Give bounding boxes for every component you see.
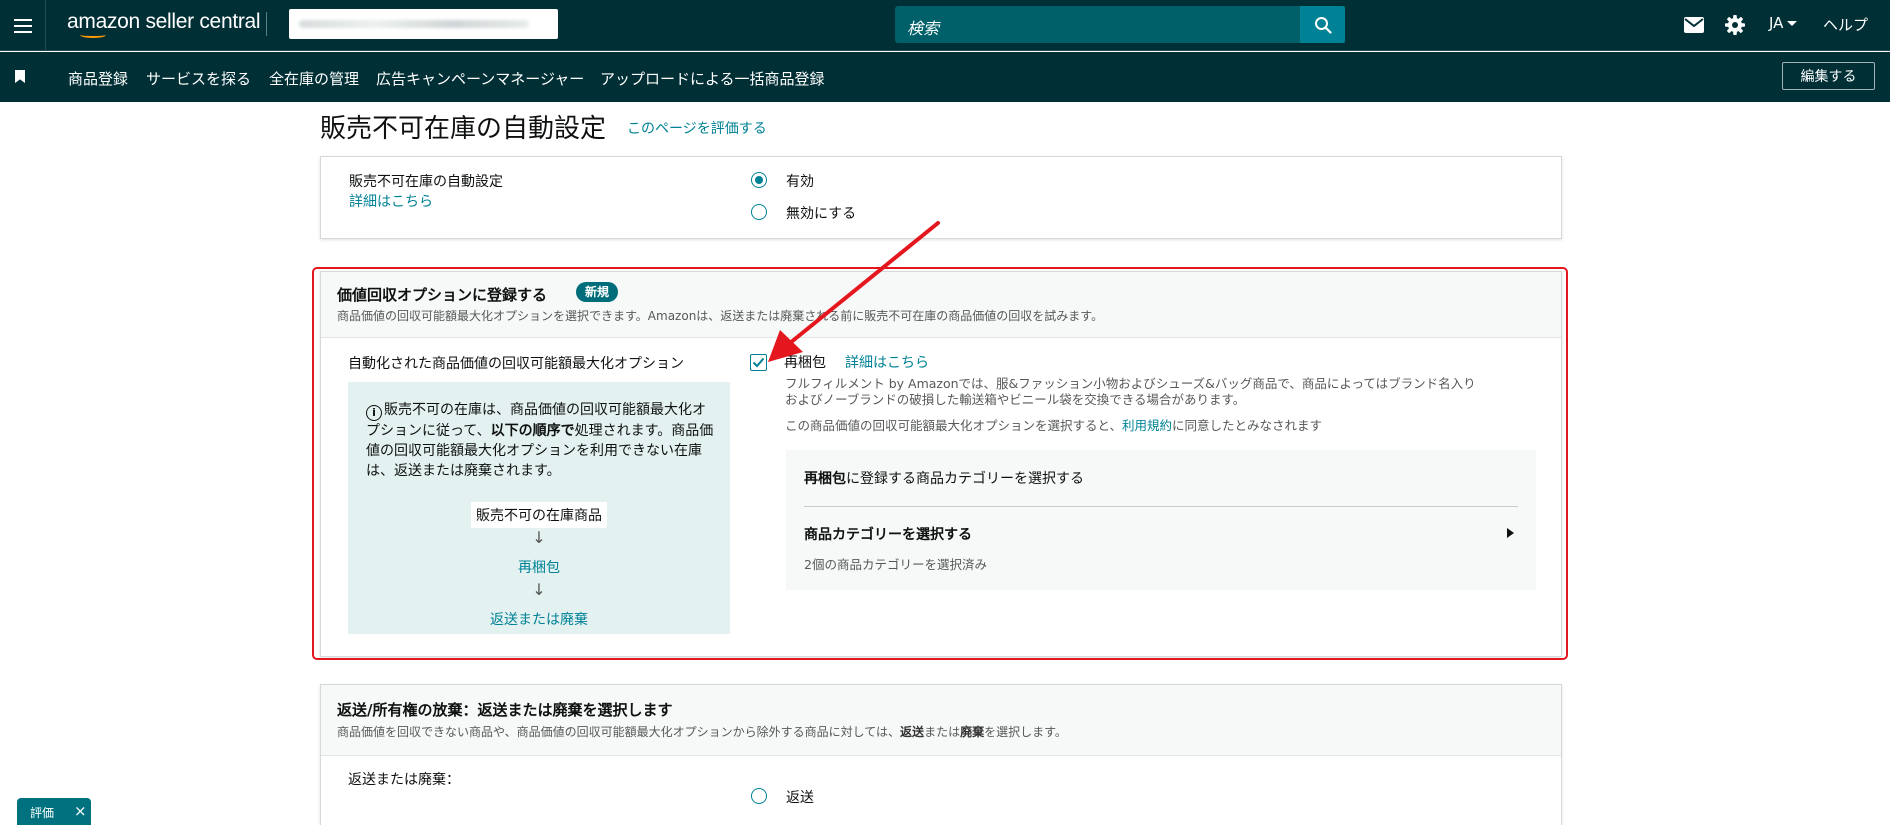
bookmark-icon[interactable] [15,70,25,83]
nav-bar: 商品登録 サービスを探る 全在庫の管理 広告キャンペーンマネージャー アップロー… [0,52,1890,102]
auto-setting-card: 販売不可在庫の自動設定 詳細はこちら 有効 無効にする [320,156,1562,239]
info-icon: i [366,405,382,421]
radio-enabled[interactable] [751,172,767,188]
repack-details-link[interactable]: 詳細はこちら [845,352,929,372]
divider [266,12,267,36]
divider [804,506,1518,507]
radio-disabled-label: 無効にする [786,206,857,222]
language-label: JA [1769,14,1784,32]
radio-enabled-label: 有効 [786,174,814,190]
value-recovery-header: 価値回収オプションに登録する 新規 商品価値の回収可能額最大化オプションを選択で… [321,272,1561,338]
auto-setting-label: 販売不可在庫の自動設定 [349,174,503,190]
nav-item-bulk-upload[interactable]: アップロードによる一括商品登録 [600,68,825,89]
search-button[interactable] [1300,6,1345,43]
return-dispose-title: 返送/所有権の放棄：返送または廃棄を選択します [337,701,673,719]
feedback-tab[interactable]: 評価 × [17,798,91,825]
value-recovery-title: 価値回収オプションに登録する [337,286,548,304]
terms-notice: この商品価値の回収可能額最大化オプションを選択すると、利用規約に同意したとみなさ… [785,415,1322,434]
edit-button[interactable]: 編集する [1782,62,1875,90]
category-panel: 再梱包に登録する商品カテゴリーを選択する 商品カテゴリーを選択する 2個の商品カ… [786,450,1536,590]
repack-description-line2: およびノーブランドの破損した輸送箱やビニール袋を交換できる場合があります。 [785,392,1246,407]
return-or-dispose-label: 返送または廃棄： [348,772,460,788]
return-dispose-card: 返送/所有権の放棄：返送または廃棄を選択します 商品価値を回収できない商品や、商… [320,684,1562,825]
auto-setting-details-link[interactable]: 詳細はこちら [349,191,433,211]
close-icon[interactable]: × [74,802,87,820]
nav-item-manage-inventory[interactable]: 全在庫の管理 [269,68,359,89]
checkmark-icon [752,357,765,368]
store-selector[interactable] [289,9,558,39]
radio-return[interactable] [751,788,767,804]
search-icon [1314,16,1332,34]
rate-page-link[interactable]: このページを評価する [627,118,767,138]
radio-disabled[interactable] [751,204,767,220]
radio-return-label: 返送 [786,790,814,806]
terms-notice-before: この商品価値の回収可能額最大化オプションを選択すると、 [785,418,1123,433]
return-desc-after: を選択します。 [984,725,1067,739]
category-heading-bold: 再梱包 [804,471,846,487]
return-desc-before: 商品価値を回収できない商品や、商品価値の回収可能額最大化オプションから除外する商… [337,725,901,739]
value-recovery-card: 価値回収オプションに登録する 新規 商品価値の回収可能額最大化オプションを選択で… [320,271,1562,657]
terms-notice-after: に同意したとみなされます [1172,418,1323,433]
flow-step-repack: 再梱包 [518,560,560,576]
info-text: i 販売不可の在庫は、商品価値の回収可能額最大化オプションに従って、以下の順序で処… [366,400,716,481]
amazon-smile-icon [80,32,106,38]
info-text-bold: 以下の順序で [490,423,575,439]
terms-link[interactable]: 利用規約 [1122,418,1172,433]
return-desc-bold2: 廃棄 [960,725,985,739]
nav-item-explore-services[interactable]: サービスを探る [146,68,251,89]
caret-down-icon [1787,21,1798,26]
nav-item-listing[interactable]: 商品登録 [68,68,128,89]
search-input[interactable]: 検索 [895,6,1345,43]
help-link[interactable]: ヘルプ [1823,14,1868,35]
top-bar: amazon seller central 検索 JA ヘルプ [0,0,1890,51]
arrow-down-icon: ↓ [532,580,546,599]
category-heading: 再梱包に登録する商品カテゴリーを選択する [804,468,1084,488]
page-title: 販売不可在庫の自動設定 [320,114,607,144]
selected-category-count: 2個の商品カテゴリーを選択済み [804,557,987,572]
select-category-row[interactable]: 商品カテゴリーを選択する [804,522,1518,546]
seller-central-logo[interactable]: amazon seller central [67,10,261,34]
info-panel: i 販売不可の在庫は、商品価値の回収可能額最大化オプションに従って、以下の順序で処… [348,382,730,634]
caret-right-icon [1507,528,1514,538]
return-desc-bold1: 返送 [900,725,925,739]
repack-checkbox[interactable] [750,354,767,371]
gear-icon[interactable] [1723,13,1747,37]
feedback-label: 評価 [30,806,55,820]
language-selector[interactable]: JA [1769,14,1798,32]
new-badge: 新規 [576,282,619,302]
return-dispose-header: 返送/所有権の放棄：返送または廃棄を選択します 商品価値を回収できない商品や、商… [321,685,1561,756]
category-heading-rest: に登録する商品カテゴリーを選択する [846,471,1084,487]
select-category-label: 商品カテゴリーを選択する [804,527,972,543]
value-recovery-description: 商品価値の回収可能額最大化オプションを選択できます。Amazonは、返送または廃… [337,309,1104,323]
return-desc-mid: または [924,725,961,739]
return-dispose-description: 商品価値を回収できない商品や、商品価値の回収可能額最大化オプションから除外する商… [337,723,1067,740]
automated-options-label: 自動化された商品価値の回収可能額最大化オプション [348,356,684,372]
arrow-down-icon: ↓ [532,528,546,547]
repack-label: 再梱包 [784,355,826,371]
store-name-blurred [299,20,529,28]
mail-icon[interactable] [1682,13,1706,37]
menu-icon[interactable] [0,0,46,51]
nav-item-campaign-manager[interactable]: 広告キャンペーンマネージャー [376,68,584,89]
flow-step-return-or-dispose: 返送または廃棄 [490,612,588,628]
flow-step-unsellable: 販売不可の在庫商品 [471,502,607,528]
